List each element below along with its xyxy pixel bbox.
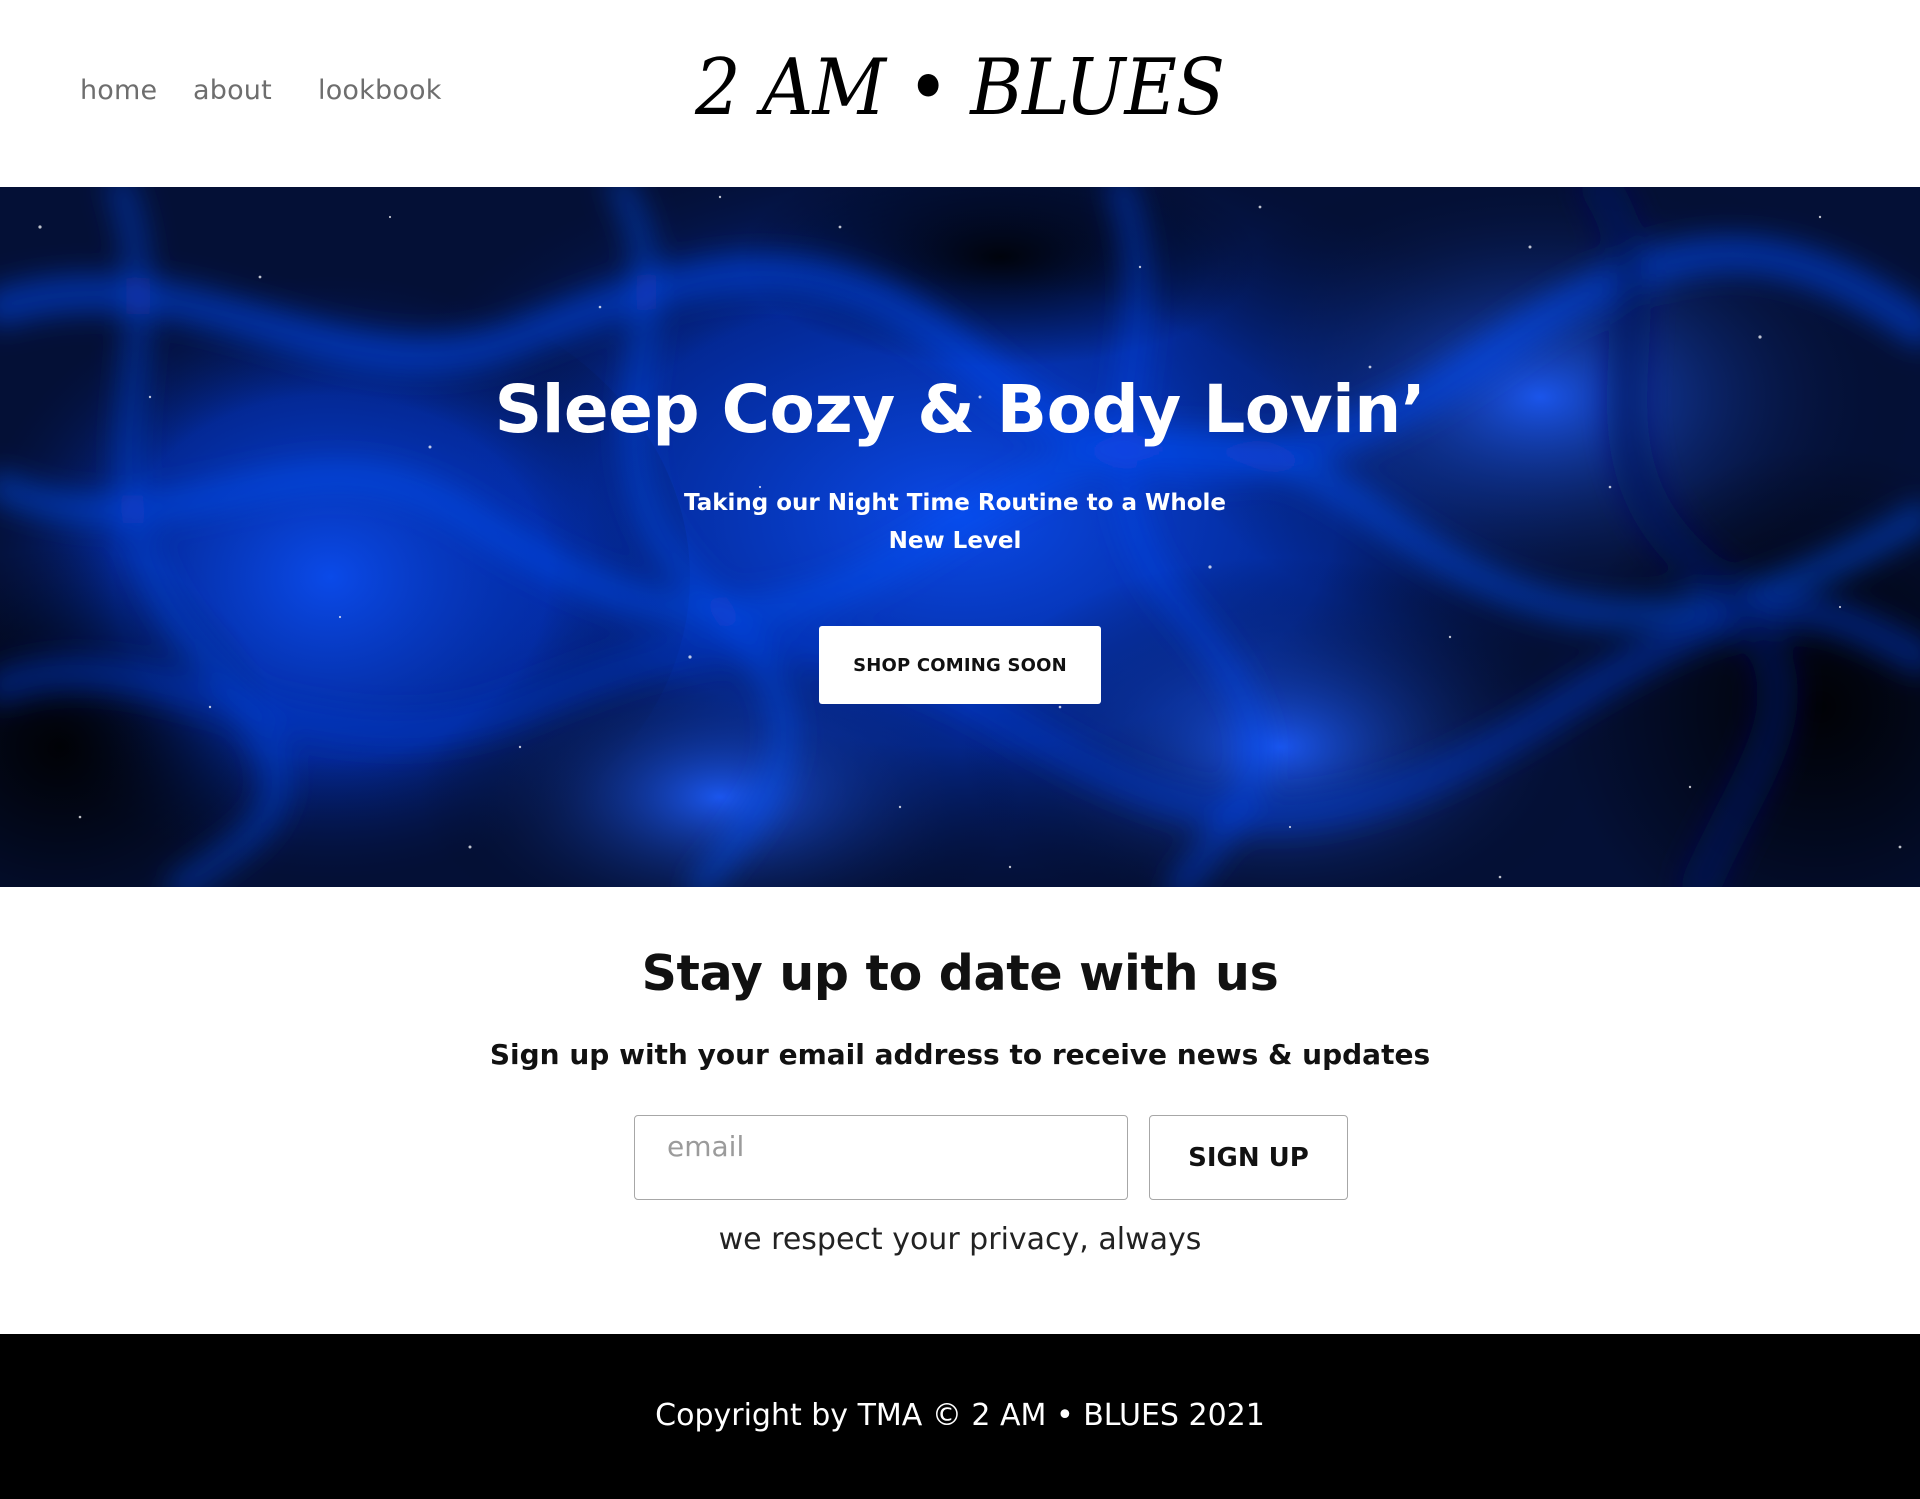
copyright-text: Copyright by TMA © 2 AM • BLUES 2021 (655, 1398, 1265, 1433)
site-logo-text: 2 AM • BLUES (695, 43, 1225, 133)
site-footer: Copyright by TMA © 2 AM • BLUES 2021 (0, 1334, 1920, 1499)
site-logo[interactable]: 2 AM • BLUES (0, 38, 1920, 138)
hero-banner: Sleep Cozy & Body Lovin’ Taking our Nigh… (0, 187, 1920, 887)
shop-coming-soon-button[interactable]: SHOP COMING SOON (819, 626, 1101, 704)
hero-title: Sleep Cozy & Body Lovin’ (494, 371, 1426, 448)
hero-subtitle: Taking our Night Time Routine to a Whole… (683, 490, 1227, 554)
newsletter-section: Stay up to date with us Sign up with you… (0, 887, 1920, 1334)
sign-up-button[interactable]: SIGN UP (1149, 1115, 1348, 1200)
newsletter-subtitle: Sign up with your email address to recei… (489, 1038, 1431, 1071)
email-input[interactable] (634, 1115, 1128, 1200)
site-header: home about lookbook 2 AM • BLUES (0, 0, 1920, 187)
newsletter-title: Stay up to date with us (641, 945, 1279, 1002)
privacy-note: we respect your privacy, always (718, 1222, 1202, 1257)
